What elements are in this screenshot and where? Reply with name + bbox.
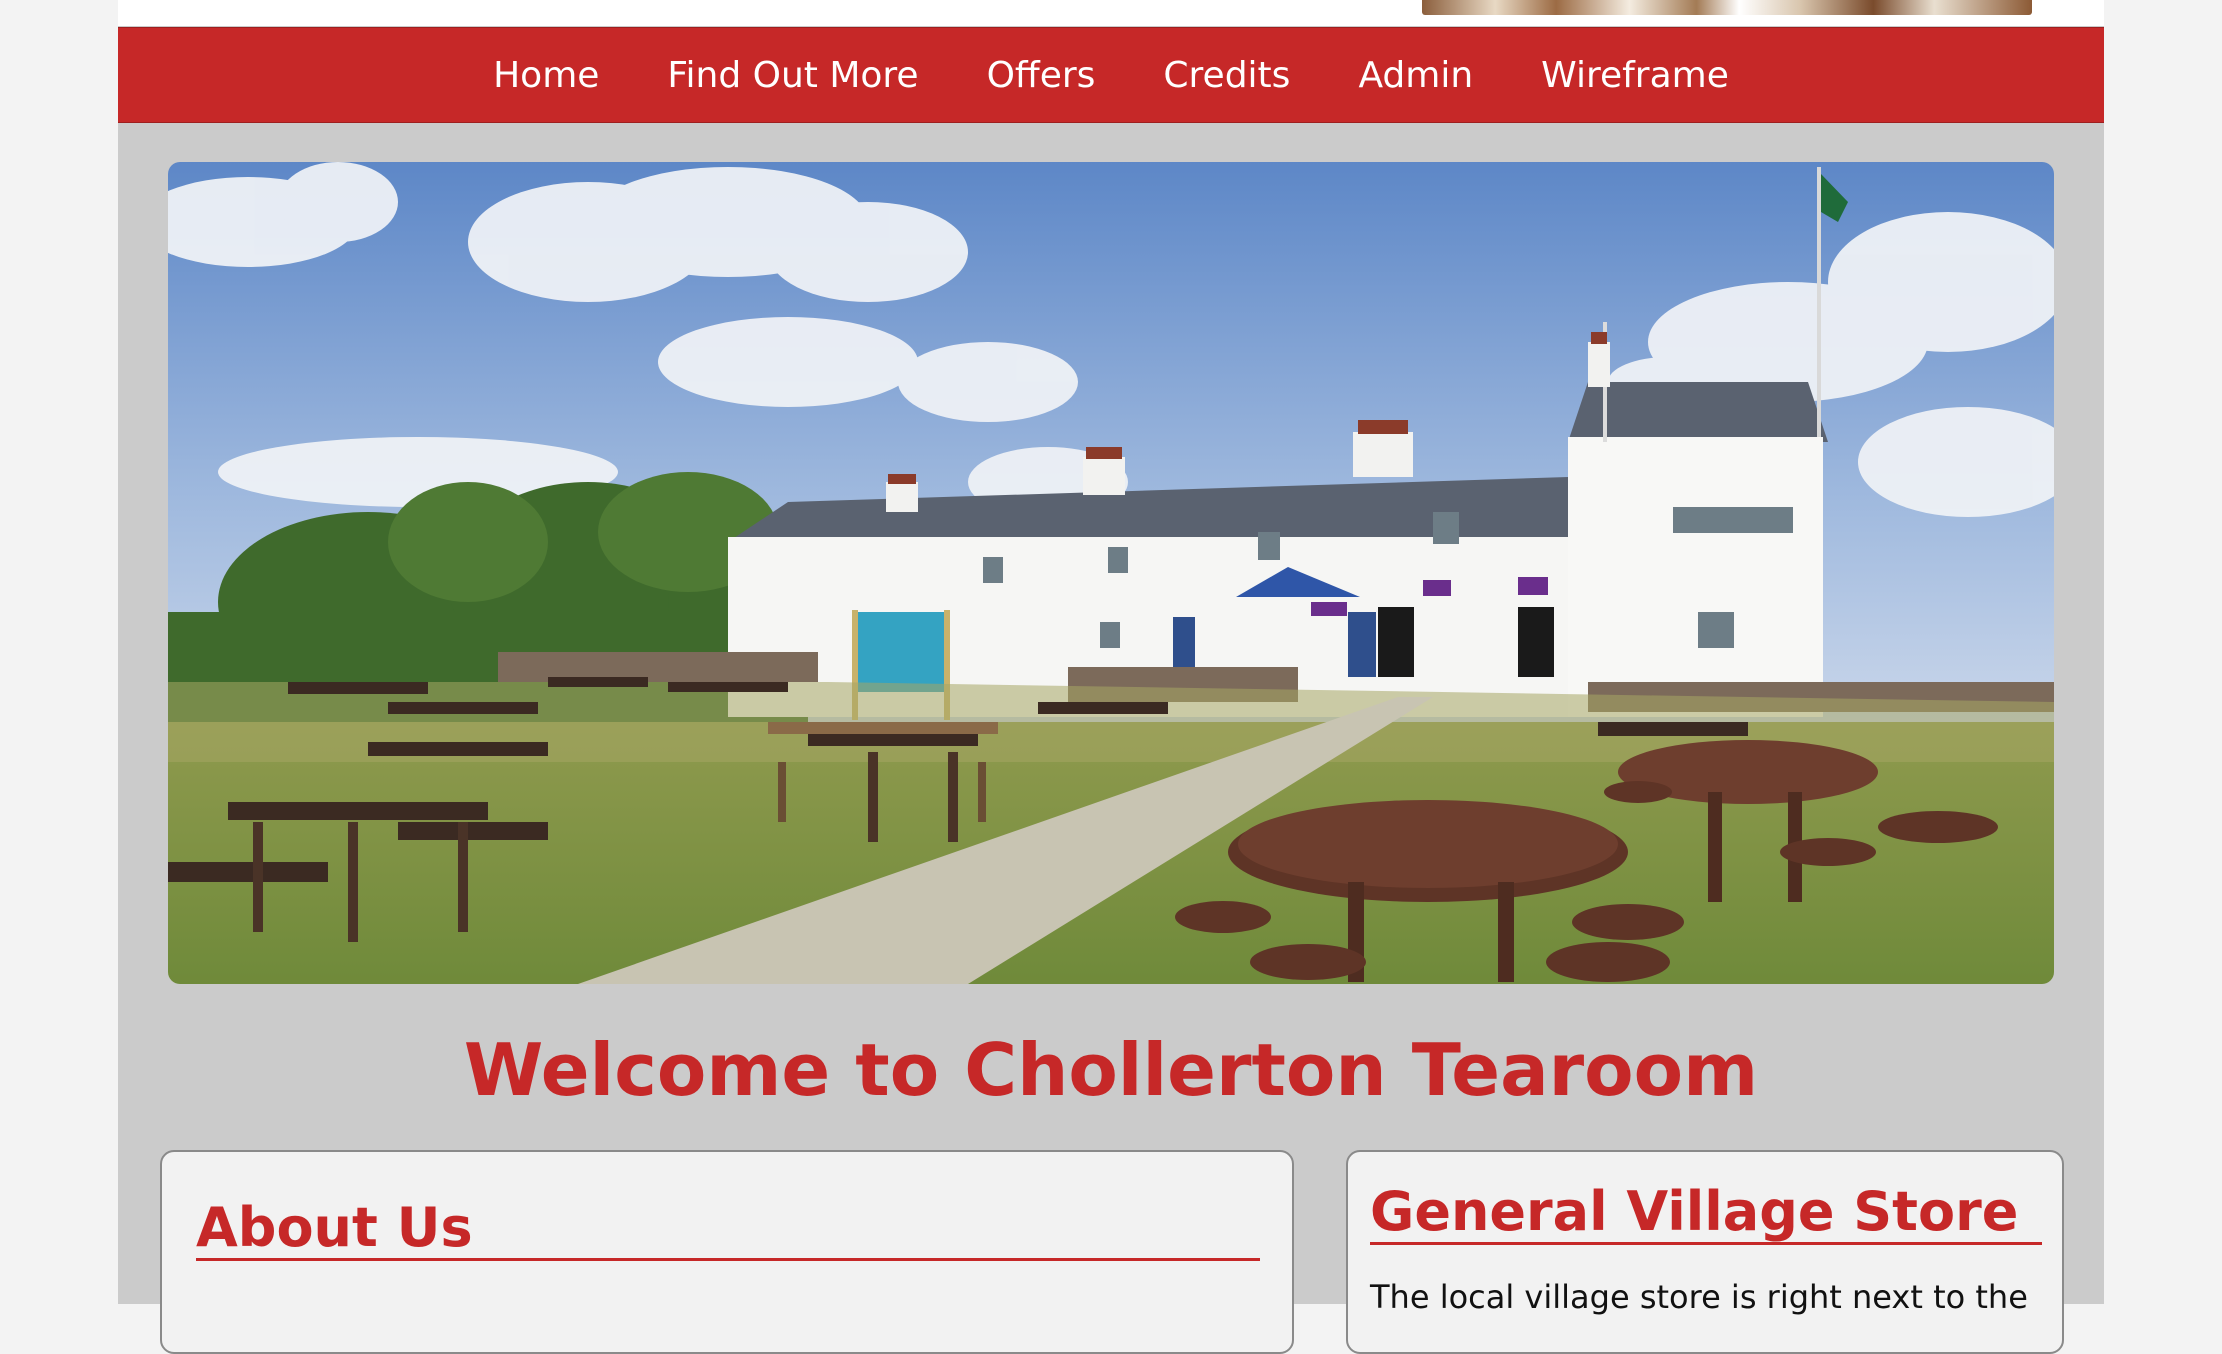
about-us-card: About Us <box>160 1150 1294 1354</box>
nav-home[interactable]: Home <box>493 55 599 96</box>
page-title: Welcome to Chollerton Tearoom <box>463 1028 1759 1112</box>
hero-image <box>168 162 2054 984</box>
page-container: Home Find Out More Offers Credits Admin … <box>118 0 2104 1354</box>
nav-find-out-more[interactable]: Find Out More <box>667 55 918 96</box>
nav-offers[interactable]: Offers <box>987 55 1096 96</box>
nav-credits[interactable]: Credits <box>1163 55 1290 96</box>
site-header <box>118 0 2104 26</box>
tearoom-garden-photo <box>168 162 2054 984</box>
village-store-text: The local village store is right next to… <box>1370 1278 2028 1316</box>
village-store-heading: General Village Store <box>1370 1182 2042 1245</box>
nav-admin[interactable]: Admin <box>1358 55 1473 96</box>
main-nav: Home Find Out More Offers Credits Admin … <box>118 27 2104 123</box>
village-store-card: General Village Store The local village … <box>1346 1150 2064 1354</box>
nav-wireframe[interactable]: Wireframe <box>1541 55 1729 96</box>
about-us-heading: About Us <box>196 1198 1260 1261</box>
header-banner-image <box>1422 0 2032 15</box>
